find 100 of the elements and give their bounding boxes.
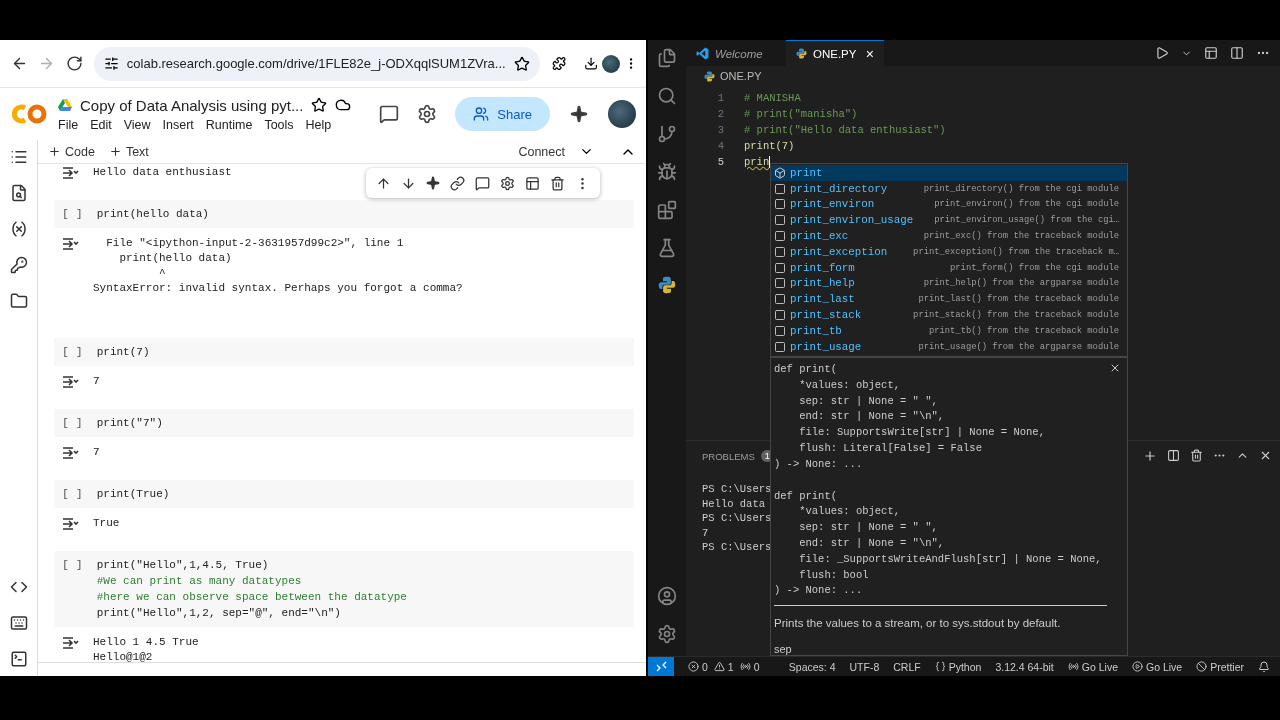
comment-icon[interactable] bbox=[379, 104, 400, 124]
settings-icon[interactable] bbox=[500, 175, 515, 191]
profile-avatar[interactable] bbox=[608, 100, 636, 128]
link-icon[interactable] bbox=[450, 175, 465, 191]
output-toggle-icon[interactable] bbox=[62, 517, 79, 531]
suggestion-item[interactable]: print bbox=[771, 165, 1127, 181]
search-icon[interactable] bbox=[657, 86, 677, 106]
output-toggle-icon[interactable] bbox=[62, 166, 79, 180]
variables-icon[interactable] bbox=[9, 220, 28, 238]
drive-icon bbox=[58, 99, 72, 111]
output-toggle-icon[interactable] bbox=[62, 636, 79, 650]
suggestion-item[interactable]: print_last print_last() from the traceback module bbox=[771, 291, 1127, 308]
square-icon bbox=[774, 245, 786, 258]
code-cell[interactable]: [ ] print(True) bbox=[54, 480, 634, 508]
find-icon[interactable] bbox=[9, 184, 28, 202]
account-icon[interactable] bbox=[657, 586, 677, 606]
address-bar[interactable]: colab.research.google.com/drive/1FLE82e_j-ODXqqlSUM1ZVra... bbox=[93, 46, 540, 81]
menu-item[interactable]: Runtime bbox=[205, 117, 253, 132]
key-icon[interactable] bbox=[9, 256, 28, 274]
status-item[interactable]: Python bbox=[934, 660, 982, 673]
run-debug-icon[interactable] bbox=[657, 162, 677, 182]
split-terminal-icon[interactable] bbox=[1167, 449, 1180, 462]
add-text-button[interactable]: Text bbox=[108, 144, 149, 159]
code-cell[interactable]: [ ] print(hello data) bbox=[54, 200, 634, 228]
settings-icon[interactable] bbox=[417, 104, 438, 124]
status-item[interactable]: 3.12.4 64-bit bbox=[995, 660, 1054, 673]
comment-icon[interactable] bbox=[475, 175, 490, 191]
output-toggle-icon[interactable] bbox=[62, 375, 79, 389]
suggestion-item[interactable]: print_environ_usage print_environ_usage() from the cgi… bbox=[771, 212, 1127, 229]
close-icon[interactable] bbox=[1109, 362, 1121, 374]
suggestion-item[interactable]: print_form print_form() from the cgi module bbox=[771, 259, 1127, 276]
menu-item[interactable]: Help bbox=[305, 117, 332, 132]
run-cell-button[interactable]: [ ] bbox=[62, 415, 83, 431]
menu-item[interactable]: Tools bbox=[264, 117, 294, 132]
notifications-icon[interactable] bbox=[1258, 660, 1270, 673]
add-code-button[interactable]: Code bbox=[48, 144, 95, 159]
delete-icon[interactable] bbox=[1190, 449, 1203, 462]
status-item[interactable]: 0 bbox=[688, 660, 708, 673]
suggestion-item[interactable]: print_exc print_exc() from the traceback module bbox=[771, 228, 1127, 244]
star-icon[interactable] bbox=[311, 97, 328, 113]
table-of-contents-icon[interactable] bbox=[9, 148, 28, 166]
explorer-icon[interactable] bbox=[657, 48, 677, 68]
plus-icon bbox=[48, 145, 61, 158]
close-icon[interactable] bbox=[1259, 449, 1272, 462]
sparkle-icon[interactable] bbox=[570, 105, 588, 123]
remote-button[interactable] bbox=[648, 657, 674, 676]
share-button[interactable]: Share bbox=[455, 97, 550, 131]
move-up-icon[interactable] bbox=[376, 175, 391, 191]
menu-item[interactable]: Edit bbox=[90, 117, 112, 132]
cloud-icon[interactable] bbox=[335, 97, 352, 113]
status-item[interactable]: CRLF bbox=[893, 660, 921, 673]
code-cell[interactable]: [ ] print("Hello",1,4.5, True) #We can print as many datatypes #here we can observe space between the datatype print("Hello",1,2, sep="@", end="\n") bbox=[54, 551, 634, 627]
editor-tab[interactable]: ONE.PY × bbox=[786, 40, 884, 66]
site-info-icon[interactable] bbox=[103, 56, 119, 71]
suggestion-item[interactable]: print_usage print_usage() from the argparse module bbox=[771, 338, 1127, 355]
profile-avatar[interactable] bbox=[601, 54, 620, 73]
move-down-icon[interactable] bbox=[401, 175, 416, 191]
run-cell-button[interactable]: [ ] bbox=[62, 344, 83, 360]
run-cell-button[interactable]: [ ] bbox=[62, 486, 83, 502]
split-editor-icon[interactable] bbox=[1230, 46, 1244, 60]
doc-description: Prints the values to a stream, or to sys.stdout by default. bbox=[774, 616, 1062, 632]
folder-icon[interactable] bbox=[9, 292, 28, 310]
notebook-title[interactable]: Copy of Data Analysis using pyt... bbox=[80, 96, 304, 114]
source-control-icon[interactable] bbox=[657, 124, 677, 144]
status-item[interactable]: 0 bbox=[739, 660, 760, 673]
menu-item[interactable]: File bbox=[58, 117, 79, 132]
testing-icon[interactable] bbox=[657, 238, 677, 258]
sparkle-icon[interactable] bbox=[426, 176, 440, 190]
problems-tab[interactable]: PROBLEMS bbox=[702, 450, 755, 462]
bookmark-star-icon[interactable] bbox=[513, 55, 530, 72]
breadcrumb[interactable]: ONE.PY bbox=[720, 70, 762, 82]
run-cell-button[interactable]: [ ] bbox=[62, 206, 83, 222]
close-tab-button[interactable]: × bbox=[865, 45, 874, 62]
run-cell-button[interactable]: [ ] bbox=[62, 557, 83, 621]
download-icon[interactable] bbox=[583, 55, 598, 72]
output-toggle-icon[interactable] bbox=[62, 237, 79, 251]
status-item[interactable]: Spaces: 4 bbox=[788, 660, 836, 673]
status-item[interactable]: Go Live bbox=[1067, 660, 1118, 673]
suggestion-item[interactable]: print_directory print_directory() from the cgi module bbox=[771, 180, 1127, 197]
terminal-icon[interactable] bbox=[9, 650, 28, 668]
output-toggle-icon[interactable] bbox=[62, 446, 79, 460]
new-terminal-icon[interactable] bbox=[1143, 449, 1157, 463]
status-item[interactable]: UTF-8 bbox=[849, 660, 880, 673]
suggestion-item[interactable]: print_stack print_stack() from the traceback module bbox=[771, 307, 1127, 323]
settings-icon[interactable] bbox=[657, 624, 677, 644]
extensions-icon[interactable] bbox=[551, 55, 566, 72]
menu-item[interactable]: Insert bbox=[162, 117, 194, 132]
status-item[interactable]: Prettier bbox=[1196, 660, 1244, 673]
code-cell[interactable]: [ ] print("7") bbox=[54, 409, 634, 437]
suggestion-item[interactable]: print_exception print_exception() from the traceback m… bbox=[771, 244, 1127, 260]
status-item[interactable]: Go Live bbox=[1131, 660, 1183, 673]
menu-item[interactable]: View bbox=[123, 117, 151, 132]
status-item[interactable]: 1 bbox=[713, 660, 734, 673]
delete-icon[interactable] bbox=[550, 175, 565, 191]
connect-button[interactable]: Connect bbox=[518, 144, 565, 159]
suggestion-item[interactable]: print_tb print_tb() from the traceback module bbox=[771, 322, 1127, 339]
suggestion-item[interactable]: print_help print_help() from the argparse module bbox=[771, 275, 1127, 292]
suggestion-item[interactable]: print_environ print_environ() from the cgi module bbox=[771, 196, 1127, 213]
run-icon[interactable] bbox=[1155, 46, 1169, 60]
code-cell[interactable]: [ ] print(7) bbox=[54, 338, 634, 366]
